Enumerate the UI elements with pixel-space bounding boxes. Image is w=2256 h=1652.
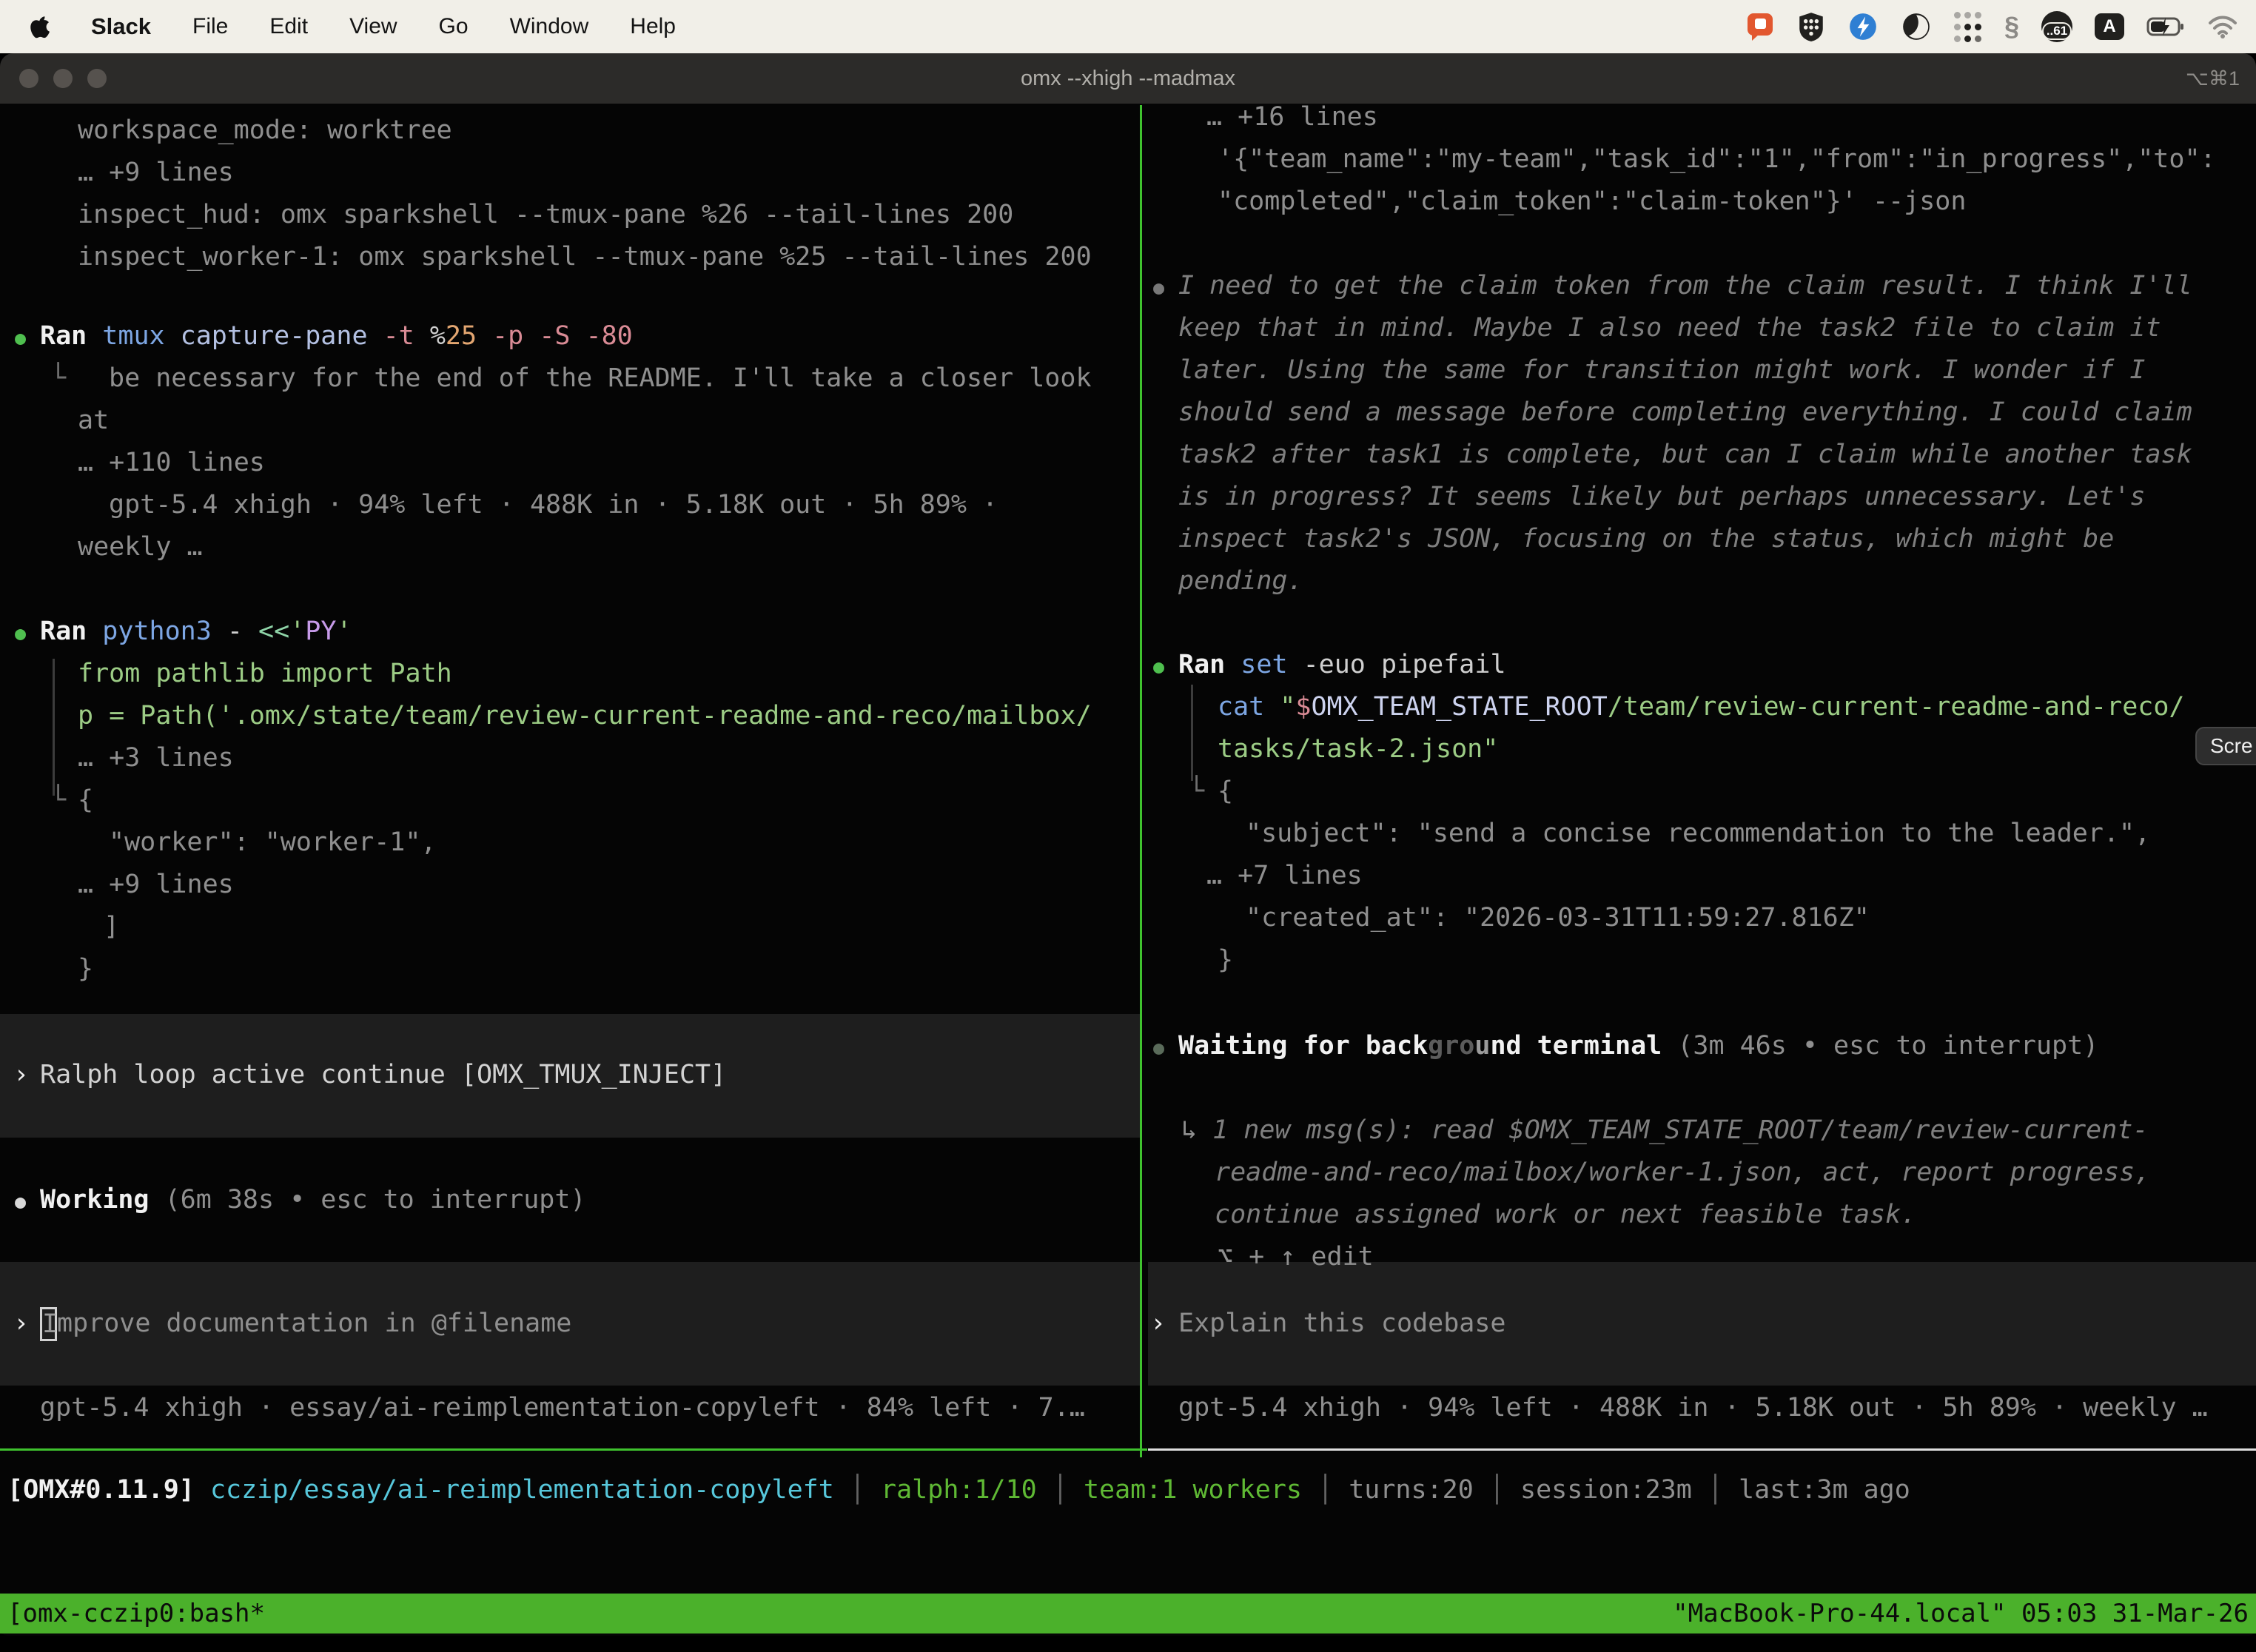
keyboard-layout-label: A bbox=[2103, 16, 2115, 37]
wifi-icon[interactable] bbox=[2207, 10, 2238, 43]
menu-item-window[interactable]: Window bbox=[510, 14, 589, 39]
screen-overlay-tooltip: Scre bbox=[2195, 727, 2256, 765]
battery-icon[interactable] bbox=[2146, 10, 2185, 43]
dots-grid-icon[interactable] bbox=[1954, 10, 1982, 43]
zoom-button[interactable] bbox=[87, 69, 107, 88]
tmux-host-clock-label: "MacBook-Pro-44.local" 05:03 31-Mar-26 bbox=[1673, 1599, 2249, 1628]
menu-item-go[interactable]: Go bbox=[439, 14, 469, 39]
apple-menu-icon[interactable] bbox=[30, 15, 50, 38]
menu-item-file[interactable]: File bbox=[192, 14, 228, 39]
chat-app-icon[interactable] bbox=[1745, 10, 1775, 43]
close-button[interactable] bbox=[19, 69, 38, 88]
shield-keypad-icon[interactable] bbox=[1797, 10, 1825, 43]
menu-item-view[interactable]: View bbox=[349, 14, 397, 39]
minimize-button[interactable] bbox=[53, 69, 73, 88]
tmux-status-bar: [omx-cczip0:bash* "MacBook-Pro-44.local"… bbox=[0, 1594, 2256, 1633]
terminal-window: omx --xhigh --madmax ⌥⌘1 bbox=[0, 53, 2256, 1636]
menu-item-help[interactable]: Help bbox=[630, 14, 676, 39]
menu-app-name[interactable]: Slack bbox=[91, 13, 151, 40]
window-shortcut-badge: ⌥⌘1 bbox=[2186, 67, 2240, 90]
window-title: omx --xhigh --madmax bbox=[1021, 67, 1235, 91]
tmux-session-label: [omx-cczip0:bash* bbox=[7, 1599, 265, 1628]
traffic-lights bbox=[19, 69, 107, 88]
spark-bolt-icon[interactable] bbox=[1847, 10, 1879, 43]
crescent-icon[interactable] bbox=[1901, 10, 1932, 43]
s-curve-icon[interactable]: § bbox=[2004, 10, 2019, 43]
menu-bar: Slack File Edit View Go Window Help § ..… bbox=[0, 0, 2256, 53]
badge-61-icon[interactable]: ..61 bbox=[2041, 11, 2072, 42]
window-title-bar: omx --xhigh --madmax ⌥⌘1 bbox=[0, 53, 2256, 104]
keyboard-layout-icon[interactable]: A bbox=[2095, 13, 2124, 40]
menu-item-edit[interactable]: Edit bbox=[269, 14, 308, 39]
